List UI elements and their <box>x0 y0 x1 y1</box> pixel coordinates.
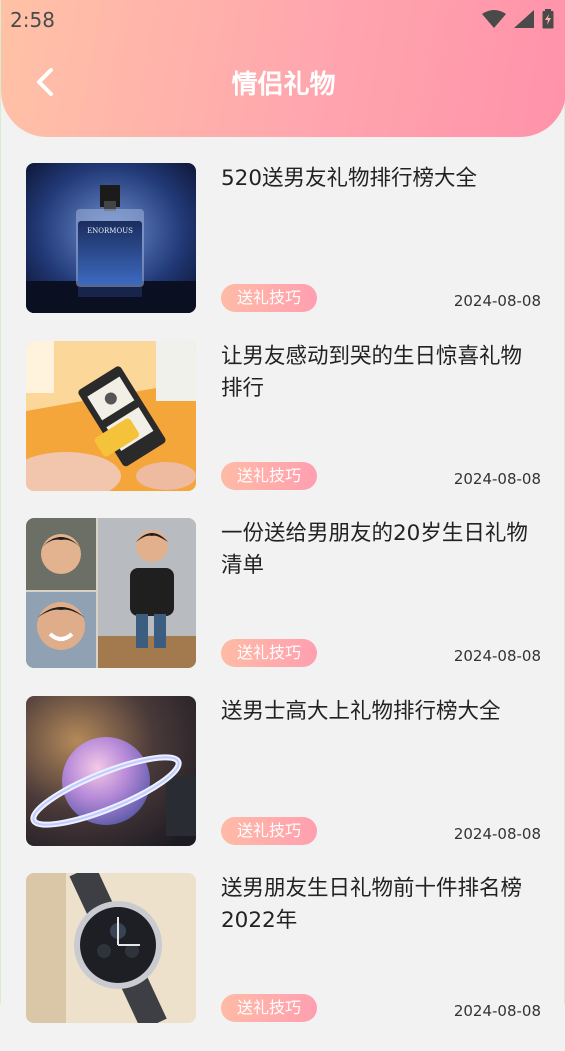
article-title: 520送男友礼物排行榜大全 <box>221 166 478 191</box>
publish-date: 2024-08-08 <box>453 824 541 843</box>
category-tag: 送礼技巧 <box>221 816 318 845</box>
article-title: 让男友感动到哭的生日惊喜礼物排行 <box>221 343 523 401</box>
list-item[interactable]: 一份送给男朋友的20岁生日礼物清单 送礼技巧 2024-08-08 <box>1 518 565 696</box>
publish-date: 2024-08-08 <box>453 647 541 665</box>
category-tag: 送礼技巧 <box>221 461 318 490</box>
publish-date: 2024-08-08 <box>453 1002 541 1020</box>
thumbnail-figurine-photos <box>26 518 196 668</box>
signal-icon <box>514 10 534 28</box>
thumbnail-planet-lamp <box>26 695 196 846</box>
list-item[interactable]: 送男士高大上礼物排行榜大全 送礼技巧 2024-08-08 <box>1 695 565 874</box>
wifi-icon <box>482 10 506 28</box>
article-title: 一份送给男朋友的20岁生日礼物清单 <box>221 521 528 578</box>
category-tag: 送礼技巧 <box>221 284 318 312</box>
status-icons <box>482 9 554 29</box>
thumbnail-watch <box>26 873 196 1023</box>
publish-date: 2024-08-08 <box>453 292 541 310</box>
article-title: 送男朋友生日礼物前十件排名榜2022年 <box>221 876 523 933</box>
publish-date: 2024-08-08 <box>453 469 541 488</box>
thumbnail-film-keychain <box>26 340 196 491</box>
page-title: 情侣礼物 <box>231 70 336 100</box>
app-header: 2:58 情侣礼物 <box>1 0 565 137</box>
perfume-label: ENORMOUS <box>87 227 133 235</box>
status-time: 2:58 <box>10 8 55 32</box>
category-tag: 送礼技巧 <box>221 994 318 1022</box>
category-tag: 送礼技巧 <box>221 639 318 667</box>
article-title: 送男士高大上礼物排行榜大全 <box>221 698 501 724</box>
thumbnail-perfume: ENORMOUS <box>26 163 196 313</box>
list-item[interactable]: 送男朋友生日礼物前十件排名榜2022年 送礼技巧 2024-08-08 <box>1 873 565 1051</box>
article-list: ENORMOUS 520送男友礼物排行榜大全 送礼技巧 2024-08-08 让… <box>1 163 565 1051</box>
list-item[interactable]: 让男友感动到哭的生日惊喜礼物排行 送礼技巧 2024-08-08 <box>1 340 565 519</box>
list-item[interactable]: ENORMOUS 520送男友礼物排行榜大全 送礼技巧 2024-08-08 <box>1 163 565 341</box>
battery-icon <box>542 9 554 29</box>
